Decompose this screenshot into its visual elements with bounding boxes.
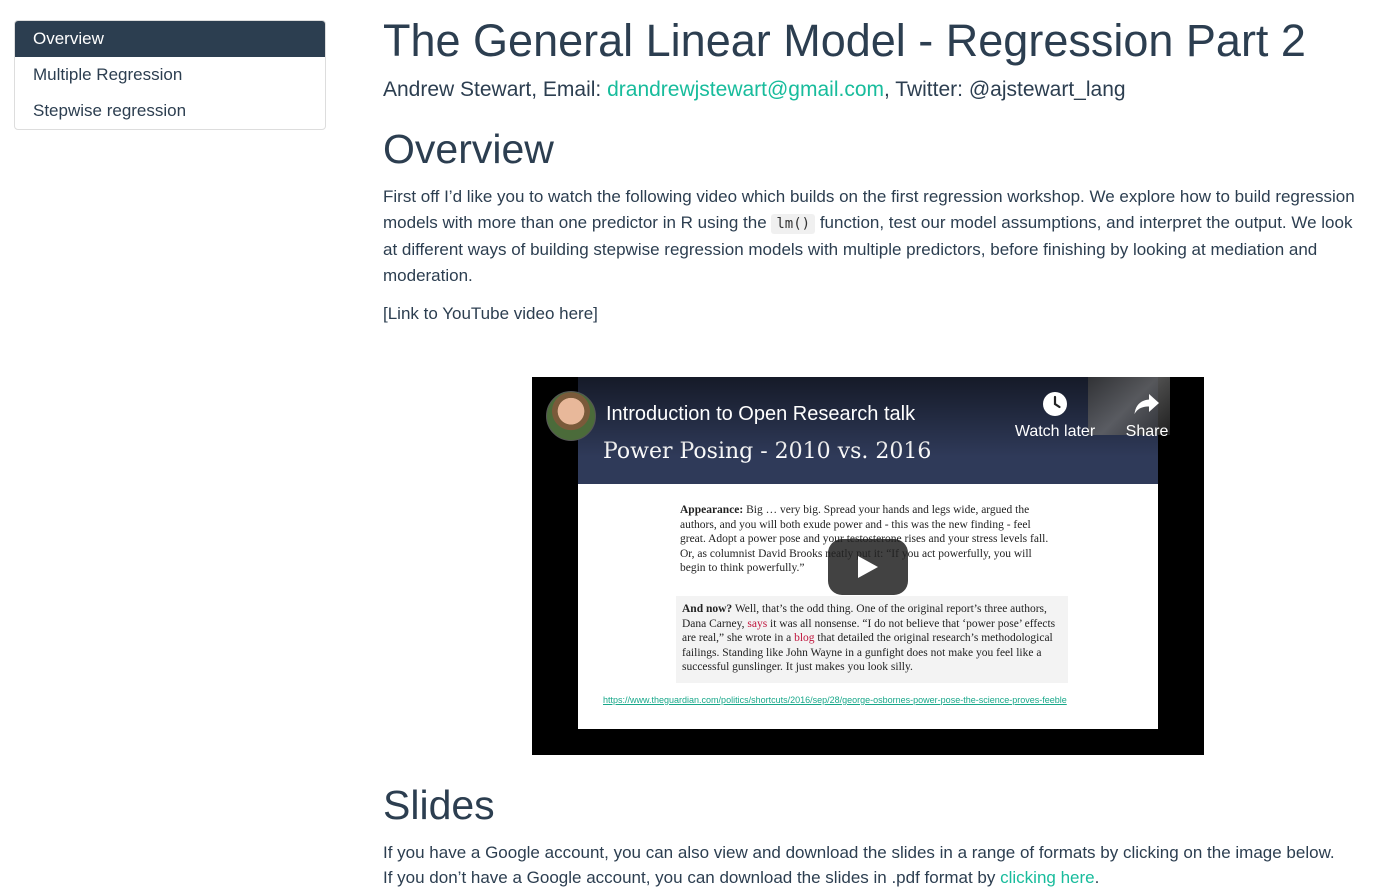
overview-paragraph: First off I’d like you to watch the foll… (383, 184, 1358, 289)
watch-later-button[interactable]: Watch later (1010, 391, 1100, 441)
main-content: The General Linear Model - Regression Pa… (383, 14, 1358, 327)
youtube-link-placeholder: [Link to YouTube video here] (383, 304, 598, 323)
play-icon (858, 556, 878, 578)
play-button[interactable] (828, 539, 908, 595)
quote2-bold: And now? (682, 603, 733, 615)
toc-item-multiple-regression[interactable]: Multiple Regression (15, 57, 325, 93)
slides-heading: Slides (383, 782, 495, 828)
toc-item-overview[interactable]: Overview (15, 21, 325, 57)
clock-icon (1043, 392, 1067, 416)
pdf-download-link[interactable]: clicking here (1000, 868, 1095, 887)
quote2-link-says: says (747, 617, 768, 630)
share-icon (1134, 394, 1159, 414)
overview-heading: Overview (383, 126, 554, 172)
slides-line-2-suffix: . (1094, 868, 1100, 887)
youtube-video-embed[interactable]: Power Posing - 2010 vs. 2016 Appearance:… (532, 377, 1204, 755)
slides-line-1: If you have a Google account, you can al… (383, 843, 1335, 862)
table-of-contents: Overview Multiple Regression Stepwise re… (14, 20, 326, 130)
share-button[interactable]: Share (1122, 391, 1172, 441)
slides-section: Slides If you have a Google account, you… (383, 780, 1363, 890)
slide-quote-and-now: And now? Well, that’s the odd thing. One… (676, 596, 1068, 683)
watch-later-label: Watch later (1014, 423, 1096, 440)
slide-source-url: https://www.theguardian.com/politics/sho… (603, 695, 1067, 705)
quote2-link-blog: blog (794, 632, 815, 645)
author-prefix: Andrew Stewart, Email: (383, 78, 608, 101)
page-title: The General Linear Model - Regression Pa… (383, 15, 1306, 66)
slides-line-2-prefix: If you don’t have a Google account, you … (383, 868, 1001, 887)
channel-avatar[interactable] (546, 391, 596, 441)
slides-paragraph: If you have a Google account, you can al… (383, 840, 1363, 890)
video-title[interactable]: Introduction to Open Research talk (606, 403, 915, 426)
author-line: Andrew Stewart, Email: drandrewjstewart@… (383, 76, 1358, 104)
share-label: Share (1125, 423, 1169, 440)
author-suffix: , Twitter: @ajstewart_lang (884, 78, 1126, 101)
toc-item-stepwise-regression[interactable]: Stepwise regression (15, 93, 325, 129)
lm-code: lm() (771, 214, 816, 234)
email-link[interactable]: drandrewjstewart@gmail.com (607, 78, 884, 101)
quote1-bold: Appearance: (680, 504, 744, 516)
